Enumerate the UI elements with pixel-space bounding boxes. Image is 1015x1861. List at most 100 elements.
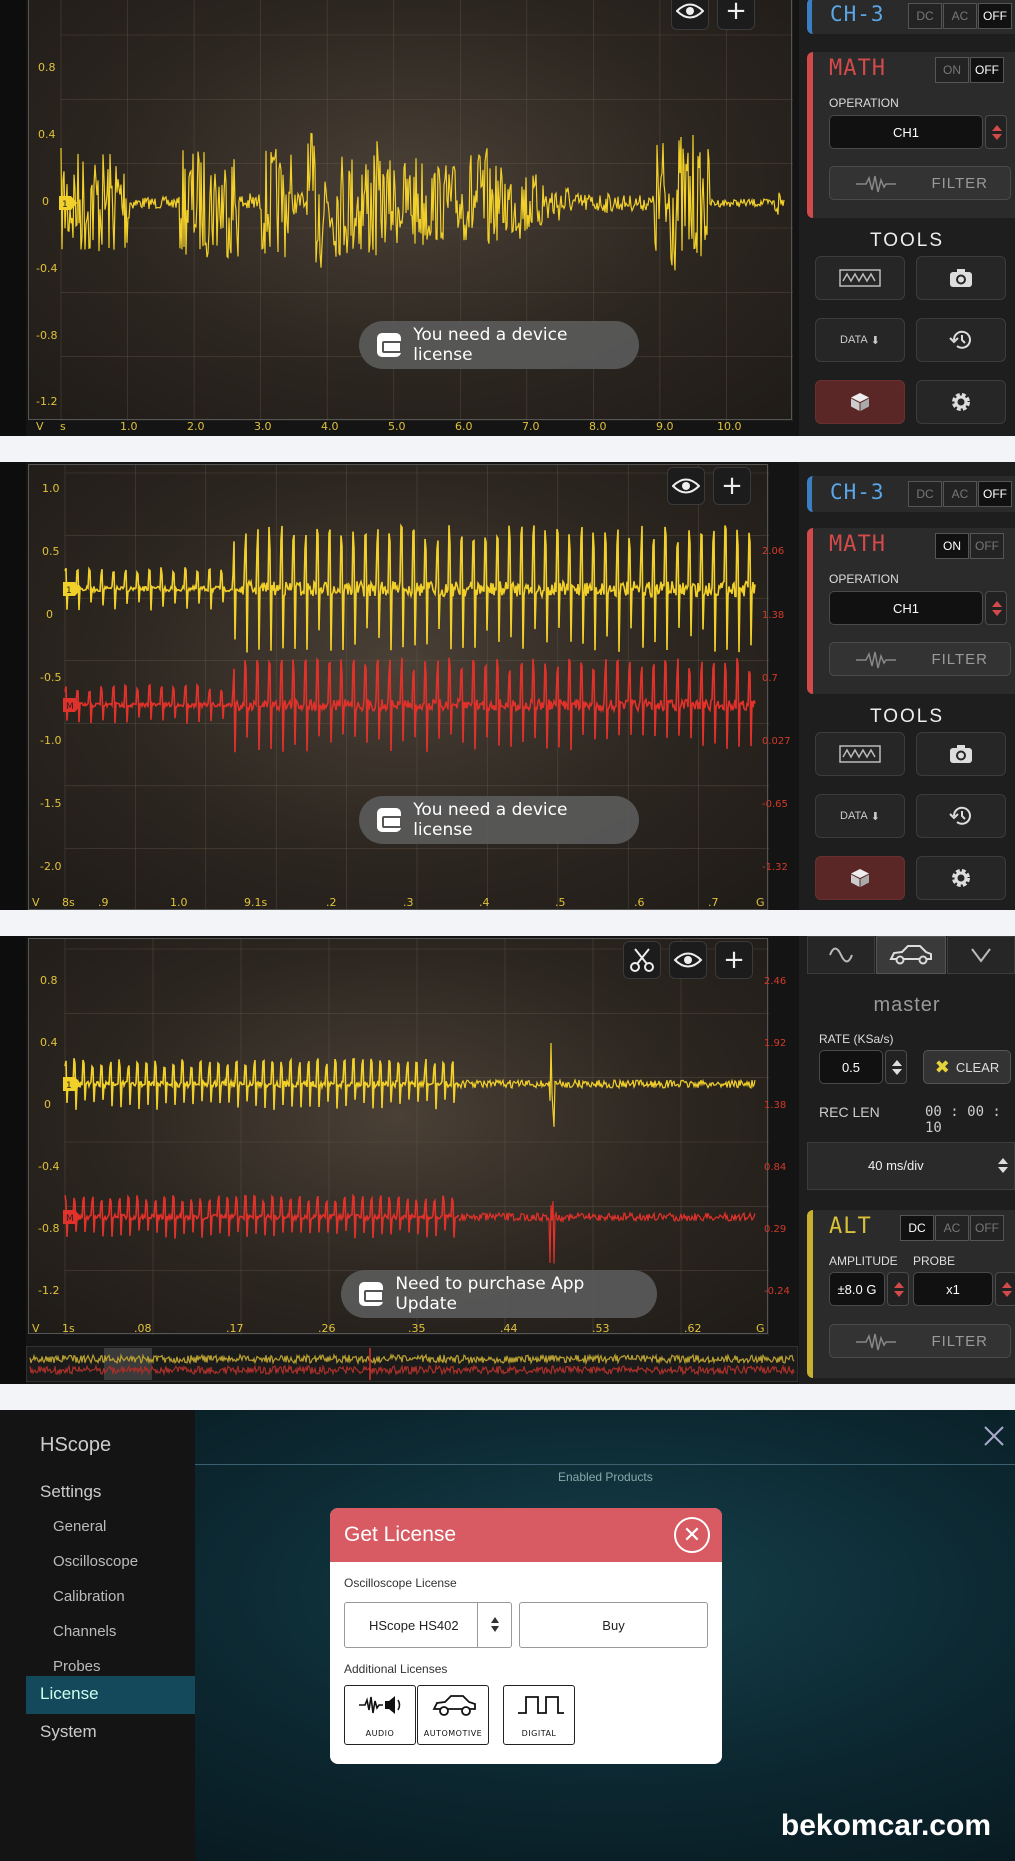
operation-field[interactable]: CH1 [829,115,983,149]
channel-marker[interactable]: 1 [59,196,77,210]
y-label: 0.5 [42,545,60,558]
math-on-button[interactable]: ON [935,57,969,83]
scope-panel-3: 1 M 0.8 0.4 0 -0.4 -0.8 -1.2 2.46 1.92 1.38 0.84 0.… [0,936,1015,1384]
scope-panel-2: 1 M 1.0 0.5 0 -0.5 -1.0 -1.5 -2.0 2.06 1.38 0.7 0.0… [0,462,1015,910]
clear-label: CLEAR [955,1059,1000,1075]
operation-label: OPERATION [829,96,899,110]
x-label: .4 [479,896,490,909]
ch3-ac-button[interactable]: AC [943,481,977,507]
history-icon[interactable] [916,794,1006,838]
ch1-trace [60,132,785,271]
gear-icon[interactable] [916,380,1006,424]
y-label: 0.4 [40,1036,58,1049]
menu-calibration[interactable]: Calibration [53,1588,125,1605]
tools-title: TOOLS [869,230,945,251]
chevron-down-icon[interactable] [947,936,1015,974]
rate-spinner[interactable] [885,1050,907,1084]
cube-icon[interactable] [815,856,905,900]
settings-menu: HScope Settings General Oscilloscope Cal… [0,1410,195,1861]
ch3-dc-button[interactable]: DC [908,3,942,29]
eye-icon[interactable] [667,467,705,505]
math-filter-button[interactable]: FILTER [829,166,1011,200]
math-off-button[interactable]: OFF [970,57,1004,83]
clear-button[interactable]: ✖ CLEAR [923,1050,1011,1084]
toast-text: Need to purchase App Update [395,1274,585,1314]
operation-spinner[interactable] [985,591,1007,625]
y-label: -0.4 [36,262,58,275]
cube-icon[interactable] [815,380,905,424]
camera-icon[interactable] [916,732,1006,776]
oscilloscope-license-select[interactable]: HScope HS402 [344,1602,512,1648]
menu-license[interactable]: License [26,1676,195,1714]
ch3-ac-button[interactable]: AC [943,3,977,29]
camera-icon[interactable] [916,256,1006,300]
channel-marker[interactable]: M [63,1210,81,1224]
sine-icon[interactable] [807,936,875,974]
x-label: .08 [134,1322,152,1335]
svg-text:1: 1 [62,200,68,210]
overview-strip[interactable] [26,1346,798,1382]
data-export-button[interactable]: DATA ⬇ [815,318,905,362]
alt-off-button[interactable]: OFF [970,1215,1004,1241]
amplitude-label: AMPLITUDE [829,1254,898,1268]
x-label: .53 [592,1322,610,1335]
buy-button[interactable]: Buy [519,1602,708,1648]
overview-window[interactable] [104,1348,152,1380]
operation-spinner[interactable] [985,115,1007,149]
timebase-select[interactable]: 40 ms/div [807,1142,1015,1190]
channel-marker[interactable]: 1 [63,1077,81,1091]
history-icon[interactable] [916,318,1006,362]
plus-icon[interactable]: + [715,941,753,979]
menu-channels[interactable]: Channels [53,1623,116,1640]
close-icon[interactable]: ✕ [674,1517,710,1553]
menu-probes[interactable]: Probes [53,1658,101,1675]
license-toast: You need a device license [359,321,639,369]
amplitude-spinner[interactable] [887,1272,909,1306]
plus-icon[interactable]: + [713,467,751,505]
audio-license-button[interactable]: AUDIO [344,1685,416,1745]
ch3-off-button[interactable]: OFF [978,481,1012,507]
alt-filter-button[interactable]: FILTER [829,1324,1011,1358]
close-icon[interactable] [982,1424,1006,1448]
x-label: .2 [326,896,337,909]
digital-license-button[interactable]: DIGITAL [503,1685,575,1745]
alt-ac-button[interactable]: AC [935,1215,969,1241]
data-label: DATA [840,810,868,822]
menu-oscilloscope[interactable]: Oscilloscope [53,1553,138,1570]
waveform-tool-button[interactable] [815,256,905,300]
car-icon[interactable] [876,936,946,974]
menu-settings[interactable]: Settings [40,1482,101,1502]
timebase-spinner[interactable] [992,1149,1014,1183]
data-label: DATA [840,334,868,346]
x-label: .35 [408,1322,426,1335]
audio-icon [359,1696,401,1714]
menu-system[interactable]: System [40,1722,97,1742]
alt-dc-button[interactable]: DC [900,1215,934,1241]
gear-icon[interactable] [916,856,1006,900]
square-wave-icon [518,1696,564,1714]
y-label-right: 0.29 [764,1224,787,1235]
plus-icon[interactable]: + [717,0,755,30]
waveform-tool-button[interactable] [815,732,905,776]
math-filter-button[interactable]: FILTER [829,642,1011,676]
eye-icon[interactable] [669,941,707,979]
math-off-button[interactable]: OFF [970,533,1004,559]
ch3-off-button[interactable]: OFF [978,3,1012,29]
probe-spinner[interactable] [995,1272,1015,1306]
automotive-license-button[interactable]: AUTOMOTIVE [417,1685,489,1745]
x-label: .5 [555,896,566,909]
amplitude-field[interactable]: ±8.0 G [829,1272,885,1306]
data-export-button[interactable]: DATA ⬇ [815,794,905,838]
y-label: 0.8 [40,974,58,987]
automotive-label: AUTOMOTIVE [423,1729,483,1738]
operation-field[interactable]: CH1 [829,591,983,625]
ch3-dc-button[interactable]: DC [908,481,942,507]
scissors-icon[interactable] [623,941,661,979]
eye-icon[interactable] [671,0,709,30]
y-label: 0 [46,608,53,621]
probe-field[interactable]: x1 [913,1272,993,1306]
menu-general[interactable]: General [53,1518,106,1535]
license-icon [377,808,403,832]
math-on-button[interactable]: ON [935,533,969,559]
rate-field[interactable]: 0.5 [819,1050,883,1084]
